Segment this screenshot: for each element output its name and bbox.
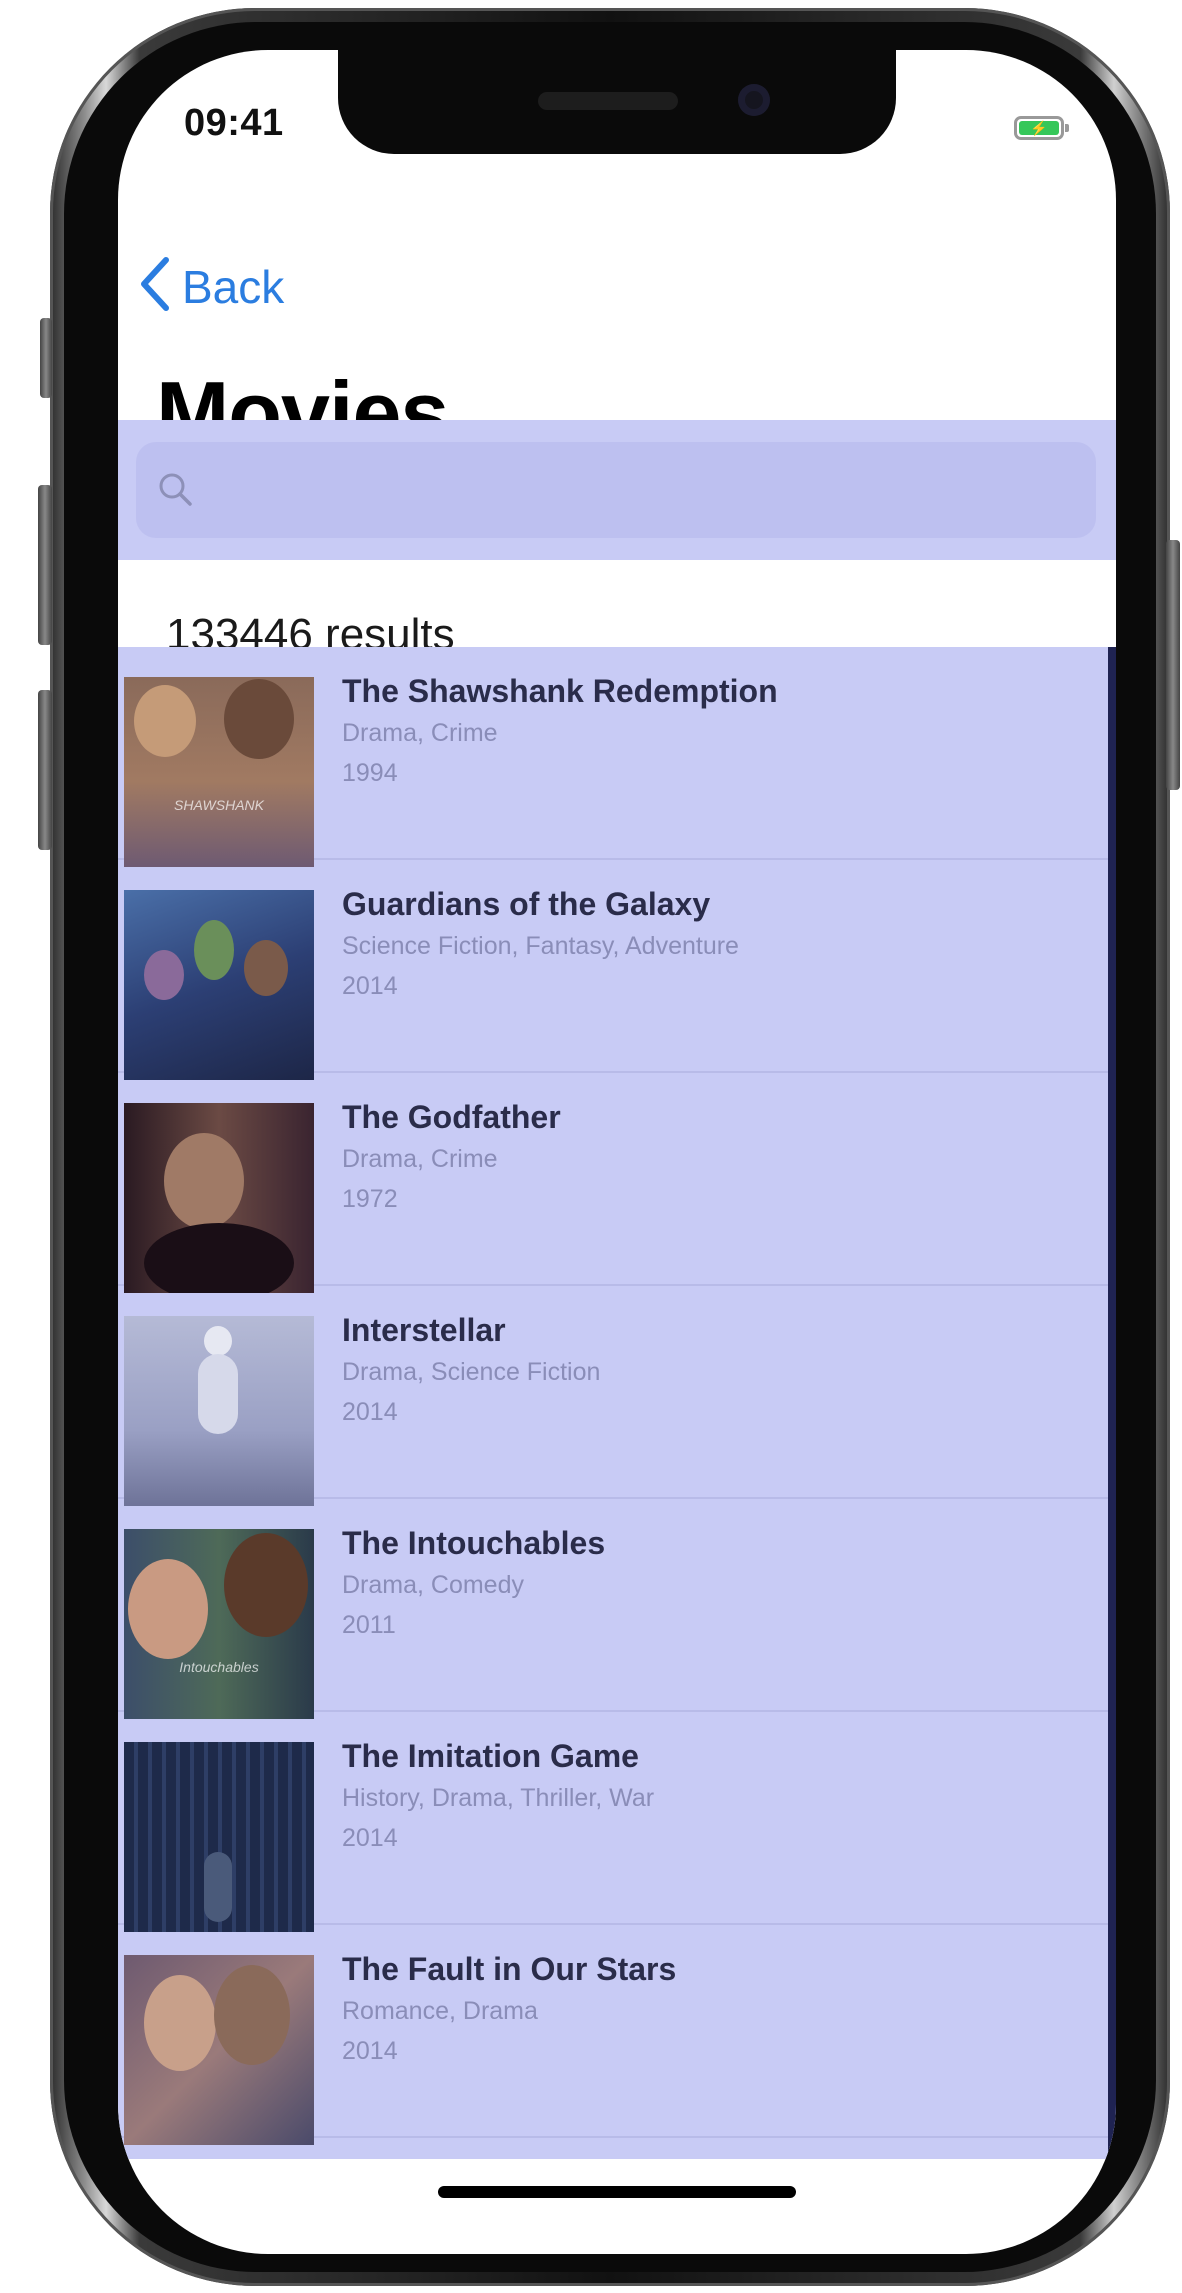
movie-poster (124, 1742, 314, 1932)
movie-year: 1994 (342, 759, 398, 787)
battery-tip (1065, 124, 1069, 132)
battery-charging-icon: ⚡ (1014, 116, 1069, 140)
movie-genres: Romance, Drama (342, 1997, 538, 2025)
movie-row[interactable]: Guardians of the Galaxy Science Fiction,… (118, 860, 1108, 1080)
movie-row[interactable]: SHAWSHANK The Shawshank Redemption Drama… (118, 647, 1108, 867)
battery-level: ⚡ (1019, 120, 1059, 136)
movie-row[interactable]: The Godfather Drama, Crime 1972 (118, 1073, 1108, 1293)
movie-list[interactable]: SHAWSHANK The Shawshank Redemption Drama… (118, 647, 1116, 2159)
movie-year: 1972 (342, 1185, 398, 1213)
movie-row[interactable]: Intouchables The Intouchables Drama, Com… (118, 1499, 1108, 1719)
movie-title: Interstellar (342, 1312, 506, 1348)
movie-title: The Godfather (342, 1099, 561, 1135)
search-input[interactable] (196, 467, 1096, 513)
movie-row[interactable]: The Fault in Our Stars Romance, Drama 20… (118, 1925, 1108, 2145)
movie-poster (124, 890, 314, 1080)
status-time: 09:41 (184, 102, 284, 144)
movie-poster (124, 1103, 314, 1293)
movie-genres: History, Drama, Thriller, War (342, 1784, 655, 1812)
movie-row[interactable]: The Imitation Game History, Drama, Thril… (118, 1712, 1108, 1932)
notch (338, 50, 896, 154)
movie-title: The Imitation Game (342, 1738, 639, 1774)
movie-year: 2014 (342, 1824, 398, 1852)
movie-title: Guardians of the Galaxy (342, 886, 711, 922)
speaker-grille (538, 92, 678, 110)
back-button-label: Back (182, 260, 285, 313)
front-camera (738, 84, 770, 116)
search-icon (156, 470, 196, 510)
volume-down-button (38, 690, 52, 850)
movie-poster: SHAWSHANK (124, 677, 314, 867)
search-bar-container (118, 420, 1116, 560)
screen: 09:41 ⚡ Back Movies 133446 results SHAWS… (118, 50, 1116, 2254)
movie-year: 2014 (342, 972, 398, 1000)
silent-switch (40, 318, 52, 398)
search-field[interactable] (136, 442, 1096, 538)
movie-poster (124, 1955, 314, 2145)
volume-up-button (38, 485, 52, 645)
movie-title: The Intouchables (342, 1525, 606, 1561)
chevron-left-icon (138, 256, 172, 317)
movie-genres: Drama, Crime (342, 719, 498, 747)
movie-title: The Shawshank Redemption (342, 673, 778, 709)
movie-genres: Drama, Crime (342, 1145, 498, 1173)
movie-genres: Science Fiction, Fantasy, Adventure (342, 932, 739, 960)
movie-genres: Drama, Science Fiction (342, 1358, 601, 1386)
movie-poster (124, 1316, 314, 1506)
movie-year: 2011 (342, 1611, 396, 1639)
movie-poster: Intouchables (124, 1529, 314, 1719)
back-button[interactable]: Back (138, 256, 284, 317)
movie-year: 2014 (342, 2037, 398, 2065)
movie-title: The Fault in Our Stars (342, 1951, 677, 1987)
movie-genres: Drama, Comedy (342, 1571, 524, 1599)
movie-year: 2014 (342, 1398, 398, 1426)
home-indicator[interactable] (438, 2186, 796, 2198)
power-button (1166, 540, 1180, 790)
movie-row[interactable]: Interstellar Drama, Science Fiction 2014 (118, 1286, 1108, 1506)
